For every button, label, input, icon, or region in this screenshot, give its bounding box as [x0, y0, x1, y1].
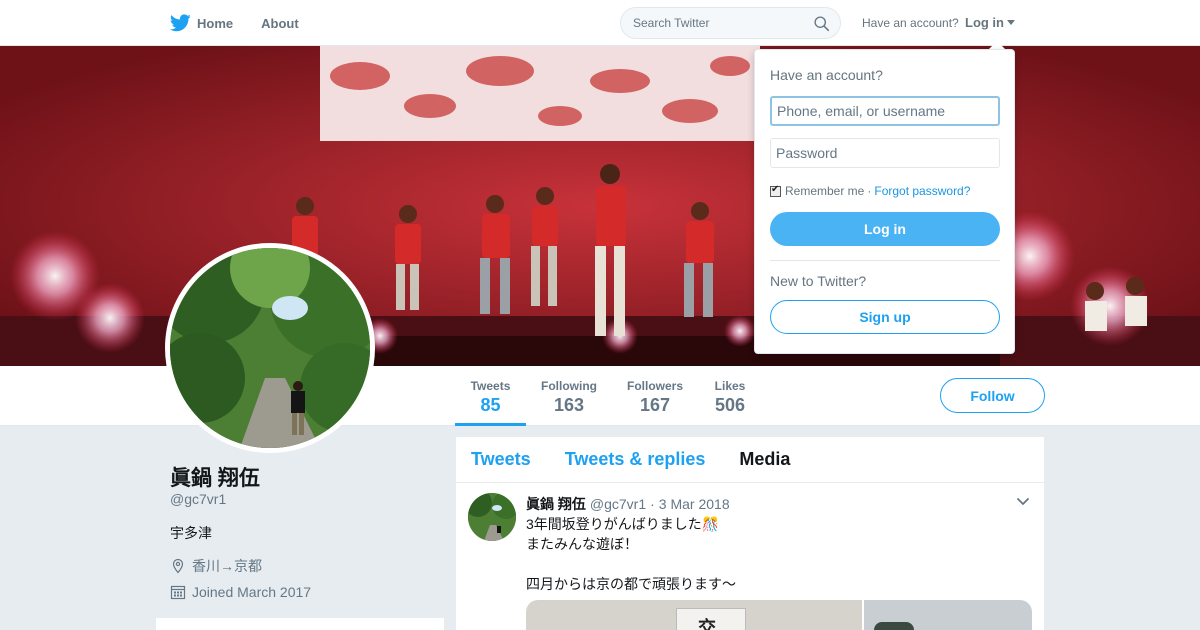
stat-likes-label: Likes — [714, 379, 746, 393]
new-to-twitter-text: New to Twitter? — [770, 273, 867, 289]
caret-down-icon — [1007, 20, 1015, 25]
tweet-text-line: 四月からは京の都で頑張ります〜 — [526, 576, 736, 592]
follow-button[interactable]: Follow — [940, 378, 1045, 413]
search-input[interactable] — [633, 16, 803, 30]
password-input[interactable] — [770, 138, 1000, 168]
profile-handle[interactable]: @gc7vr1 — [170, 491, 226, 507]
tab-media[interactable]: Media — [739, 449, 790, 470]
tab-tweets[interactable]: Tweets — [471, 449, 531, 470]
tweet-author-name[interactable]: 眞鍋 翔伍 — [526, 494, 586, 514]
tweet-text-line: 3年間坂登りがんばりました🎊 — [526, 516, 720, 532]
tweet-header: 眞鍋 翔伍 @gc7vr1 · 3 Mar 2018 — [526, 494, 730, 514]
tweet-avatar[interactable] — [468, 493, 516, 541]
profile-location: 香川→京都 — [170, 556, 262, 576]
tweet-date[interactable]: 3 Mar 2018 — [659, 496, 730, 512]
photo-figure — [874, 622, 914, 630]
login-button[interactable]: Log in — [770, 212, 1000, 246]
profile-bio: 宇多津 — [170, 525, 212, 541]
login-menu-label: Log in — [965, 15, 1004, 30]
login-menu-toggle[interactable]: Log in — [965, 15, 1015, 30]
profile-name: 眞鍋 翔伍 — [170, 467, 260, 490]
stat-following-label: Following — [541, 379, 597, 393]
stat-followers-value: 167 — [639, 395, 671, 415]
location-pin-icon — [172, 558, 184, 574]
stat-tweets-value: 85 — [480, 395, 501, 415]
remember-me-label[interactable]: Remember me — [785, 184, 864, 198]
nav-home-link[interactable]: Home — [170, 14, 233, 32]
dropdown-divider — [770, 260, 1000, 261]
twitter-bird-icon — [170, 14, 191, 32]
stat-following-value: 163 — [553, 395, 585, 415]
remember-separator: · — [867, 184, 872, 198]
search-box[interactable] — [620, 7, 841, 39]
profile-joined-text: Joined March 2017 — [192, 584, 312, 600]
stat-likes-value: 506 — [714, 395, 746, 415]
tweet-media[interactable]: 交 — [526, 600, 1032, 630]
stat-tweets-label: Tweets — [470, 379, 511, 393]
forgot-password-link[interactable]: Forgot password? — [874, 184, 970, 198]
top-navigation: Home About Have an account? Log in — [0, 0, 1200, 46]
tweet-text-line: またみんな遊ぼ！ — [526, 536, 638, 552]
stat-followers-label: Followers — [626, 379, 683, 393]
chevron-down-icon[interactable] — [1016, 497, 1030, 507]
stat-following[interactable]: Following 163 — [537, 366, 601, 426]
profile-joined: Joined March 2017 — [170, 584, 311, 600]
sidebar-card — [156, 618, 444, 630]
profile-avatar[interactable] — [165, 243, 375, 453]
signup-button[interactable]: Sign up — [770, 300, 1000, 334]
stat-likes[interactable]: Likes 506 — [706, 366, 754, 426]
tab-tweets-replies[interactable]: Tweets & replies — [565, 449, 706, 470]
remember-me-checkbox[interactable] — [770, 184, 781, 197]
remember-row: Remember me · Forgot password? — [770, 184, 970, 198]
nav-home-label: Home — [197, 15, 234, 31]
dropdown-title: Have an account? — [770, 67, 883, 83]
photo-sign-glyph: 交 — [698, 618, 716, 630]
stat-followers[interactable]: Followers 167 — [623, 366, 687, 426]
have-account-text: Have an account? — [862, 16, 959, 30]
tweet-photo[interactable]: 交 — [526, 600, 862, 630]
stat-tweets[interactable]: Tweets 85 — [455, 366, 526, 426]
search-icon[interactable] — [813, 15, 830, 32]
profile-location-text: 香川→京都 — [192, 558, 262, 574]
tweet-avatar-image — [468, 493, 516, 541]
tweet-photo[interactable] — [864, 600, 1032, 630]
avatar-image — [170, 248, 370, 448]
tweet-separator: · — [650, 496, 655, 512]
nav-about-link[interactable]: About — [261, 16, 299, 31]
calendar-icon — [170, 585, 186, 600]
login-dropdown: Have an account? Remember me · Forgot pa… — [754, 49, 1015, 354]
username-input[interactable] — [770, 96, 1000, 126]
tweet-author-handle[interactable]: @gc7vr1 — [590, 496, 646, 512]
timeline-tabs: Tweets Tweets & replies Media — [456, 437, 1044, 483]
nav-about-label: About — [261, 15, 299, 31]
nav-left: Home About — [170, 0, 327, 46]
